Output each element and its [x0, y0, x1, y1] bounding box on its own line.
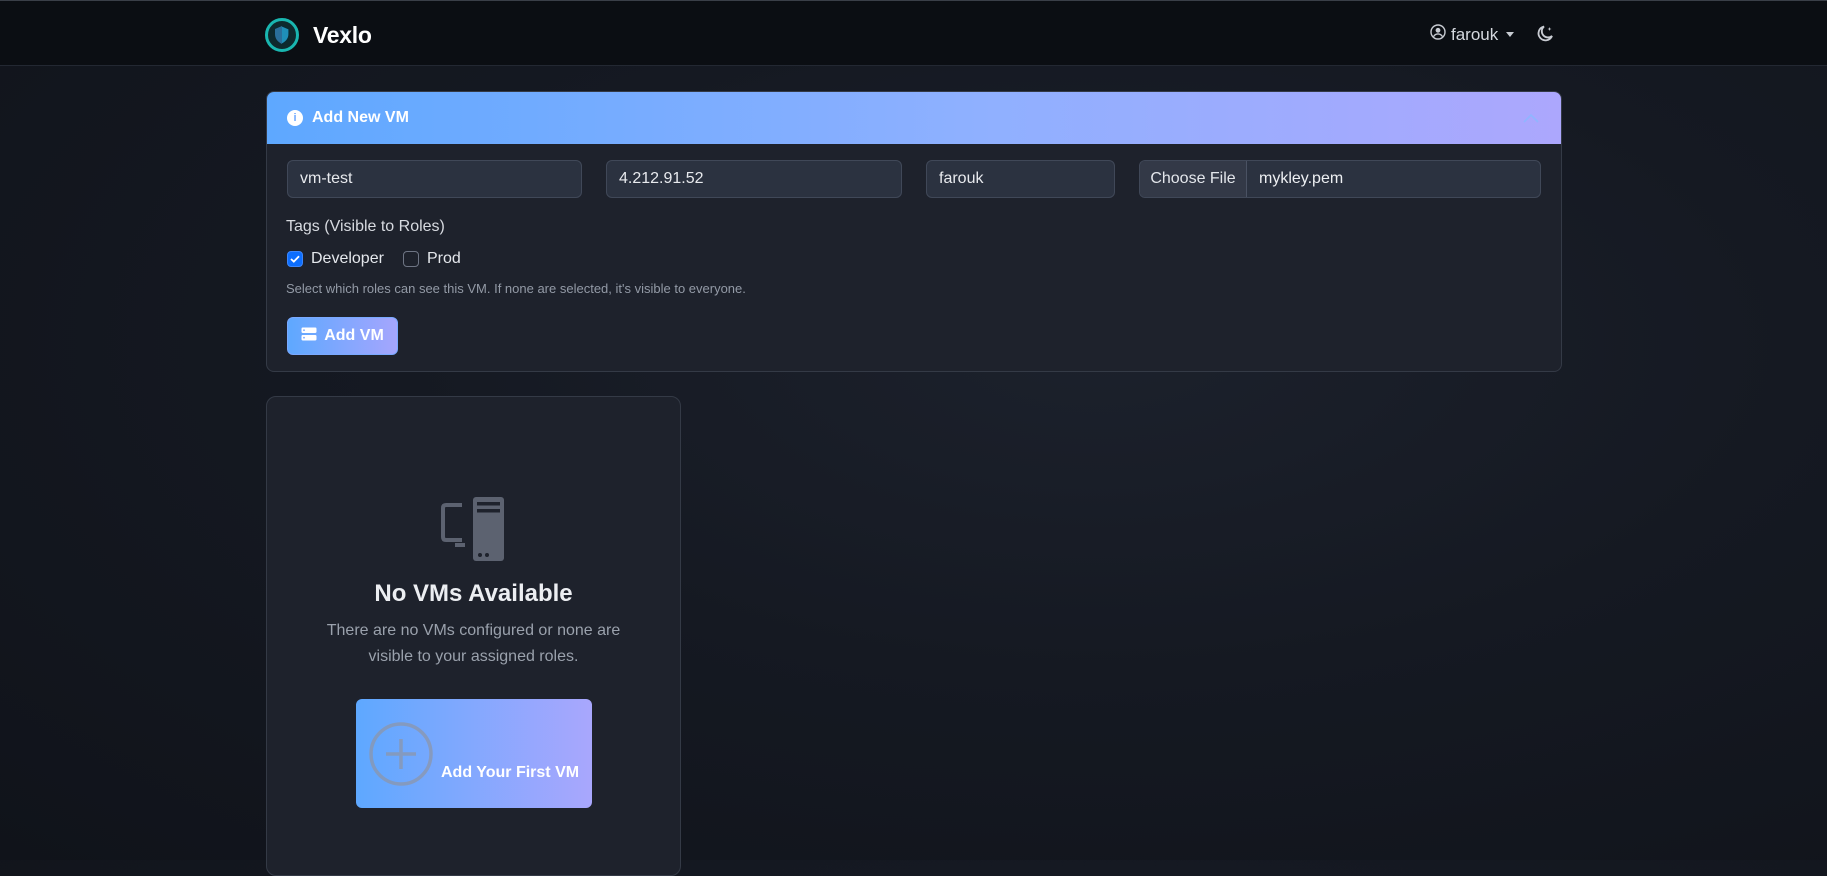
user-circle-icon	[1430, 24, 1446, 45]
add-vm-title: Add New VM	[312, 109, 409, 126]
vm-host-field[interactable]	[606, 160, 902, 198]
user-name: farouk	[1451, 24, 1499, 44]
choose-file-button[interactable]: Choose File	[1140, 161, 1247, 197]
selected-file-name: mykley.pem	[1259, 170, 1344, 187]
checkbox-unchecked[interactable]	[403, 251, 419, 267]
server-icon	[301, 327, 317, 346]
theme-toggle-button[interactable]	[1535, 24, 1555, 49]
tags-label: Tags (Visible to Roles)	[286, 218, 445, 235]
add-vm-button[interactable]: Add VM	[287, 317, 398, 355]
tag-prod-checkbox[interactable]: Prod	[403, 250, 461, 268]
chevron-up-icon[interactable]	[1523, 110, 1539, 128]
add-vm-panel: i Add New VM	[266, 91, 1562, 372]
moon-stars-icon	[1535, 25, 1555, 48]
pc-display-icon	[441, 497, 507, 568]
vm-name-field[interactable]	[287, 160, 582, 198]
empty-state-title: No VMs Available	[374, 580, 573, 607]
top-navbar: Vexlo farouk	[0, 0, 1827, 66]
add-first-vm-label: Add Your First VM	[441, 764, 580, 781]
info-icon: i	[287, 110, 303, 126]
key-file-input[interactable]: Choose File mykley.pem	[1139, 160, 1541, 198]
checkbox-checked[interactable]	[287, 251, 303, 267]
empty-state-description: There are no VMs configured or none are …	[326, 622, 621, 665]
tags-help-text: Select which roles can see this VM. If n…	[286, 281, 746, 296]
add-vm-panel-header[interactable]: i Add New VM	[267, 92, 1561, 144]
user-menu-dropdown[interactable]: farouk	[1430, 24, 1515, 45]
tag-developer-label: Developer	[311, 250, 384, 267]
plus-circle-icon	[368, 721, 434, 792]
tag-developer-checkbox[interactable]: Developer	[287, 250, 384, 268]
add-vm-button-label: Add VM	[324, 327, 384, 344]
brand[interactable]: Vexlo	[265, 18, 372, 52]
vm-username-field[interactable]	[926, 160, 1115, 198]
add-first-vm-button[interactable]: Add Your First VM	[356, 699, 592, 808]
shield-icon	[265, 18, 299, 52]
chevron-down-icon	[1506, 32, 1515, 37]
tag-prod-label: Prod	[427, 250, 461, 267]
app-name: Vexlo	[313, 21, 372, 48]
